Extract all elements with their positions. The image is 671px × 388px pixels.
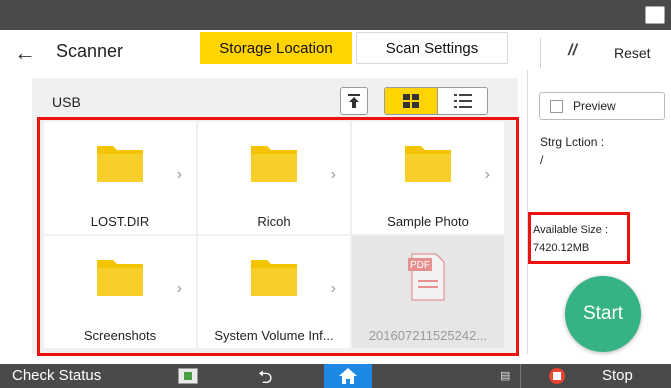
file-item[interactable]: › Screenshots <box>44 236 196 348</box>
top-status-bar <box>0 0 671 30</box>
storage-location-label: Strg Lction : <box>540 135 605 149</box>
home-button[interactable] <box>324 364 372 388</box>
storage-location-value: / <box>540 153 544 167</box>
file-item-name: 201607211525242... <box>368 328 488 343</box>
stop-button[interactable]: Stop <box>602 367 633 384</box>
chevron-right-icon: › <box>176 280 182 297</box>
available-size-value: 7420.12MB <box>533 242 590 254</box>
tab-scan-settings[interactable]: Scan Settings <box>356 32 508 64</box>
folder-icon <box>251 146 297 182</box>
available-size-label: Available Size : <box>533 224 609 236</box>
chevron-right-icon: › <box>176 166 182 183</box>
list-view-button[interactable] <box>437 88 487 114</box>
chevron-right-icon: › <box>484 166 490 183</box>
device-status-icon <box>178 368 198 384</box>
file-grid: › LOST.DIR › Ricoh › Sample Photo › Scre… <box>40 120 514 352</box>
night-mode-button[interactable] <box>645 6 665 24</box>
pdf-file-icon: PDF <box>408 253 445 301</box>
preview-checkbox[interactable] <box>550 99 563 113</box>
preview-label: Preview <box>573 99 616 113</box>
file-item[interactable]: › LOST.DIR <box>44 122 196 234</box>
folder-icon <box>405 146 451 182</box>
folder-icon <box>251 260 297 296</box>
header-divider <box>540 38 541 68</box>
return-icon[interactable]: ⮌ <box>258 365 272 388</box>
file-item-name: Ricoh <box>257 214 291 229</box>
file-item: PDF 201607211525242... <box>352 236 504 348</box>
reset-button[interactable]: Reset <box>614 45 651 61</box>
back-button[interactable]: ← <box>14 40 42 66</box>
bottom-divider <box>520 364 521 388</box>
list-icon <box>453 94 472 108</box>
bottom-bar: Check Status ⮌ ▤ Stop <box>0 364 671 388</box>
app-title: Scanner <box>56 41 124 61</box>
chevron-right-icon: › <box>330 166 336 183</box>
pdf-badge: PDF <box>410 260 430 271</box>
back-arrow-icon: ← <box>14 40 36 65</box>
view-mode-toggle <box>384 87 488 115</box>
tab-storage-location[interactable]: Storage Location <box>200 32 352 64</box>
reset-icon[interactable]: // <box>568 42 577 60</box>
start-button[interactable]: Start <box>565 276 641 352</box>
file-item[interactable]: › Ricoh <box>198 122 350 234</box>
current-location-label: USB <box>52 94 81 110</box>
folder-icon <box>97 260 143 296</box>
folder-icon <box>97 146 143 182</box>
chevron-right-icon: › <box>330 280 336 297</box>
parent-folder-button[interactable] <box>340 87 368 115</box>
file-item-name: System Volume Inf... <box>214 328 334 343</box>
home-icon <box>339 368 357 384</box>
preview-button[interactable]: Preview <box>539 92 665 120</box>
grid-icon <box>403 94 419 108</box>
file-item-name: Screenshots <box>83 328 157 343</box>
file-item[interactable]: › Sample Photo <box>352 122 504 234</box>
moon-icon <box>652 10 657 20</box>
upload-arrow-icon <box>348 94 360 108</box>
grid-view-button[interactable] <box>385 88 437 114</box>
file-item-name: Sample Photo <box>387 214 469 229</box>
file-item[interactable]: › System Volume Inf... <box>198 236 350 348</box>
file-item-name: LOST.DIR <box>90 214 150 229</box>
check-status-button[interactable]: Check Status <box>12 367 101 384</box>
data-indicator-icon: ▤ <box>500 370 511 382</box>
stop-icon[interactable] <box>549 368 565 384</box>
